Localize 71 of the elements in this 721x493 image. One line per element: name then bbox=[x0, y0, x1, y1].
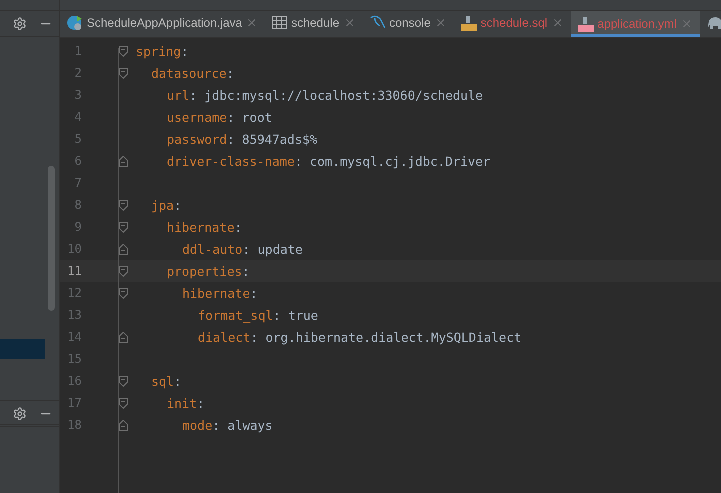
yaml-key: password: bbox=[167, 132, 235, 146]
settings-icon[interactable] bbox=[13, 16, 27, 30]
fold-icon[interactable] bbox=[119, 420, 128, 430]
line-number: 10 bbox=[66, 242, 82, 256]
line-number: 16 bbox=[66, 374, 82, 388]
yaml-value: org.hibernate.dialect.MySQLDialect bbox=[264, 330, 522, 344]
fold-icon[interactable] bbox=[119, 46, 128, 56]
yaml-key: ddl-auto: bbox=[182, 242, 250, 256]
line-number: 6 bbox=[74, 154, 82, 168]
scrollbar-thumb[interactable] bbox=[48, 166, 55, 311]
yaml-key: init: bbox=[167, 396, 205, 410]
close-icon[interactable] bbox=[246, 16, 258, 28]
elephant-icon bbox=[706, 16, 721, 30]
fold-icon[interactable] bbox=[119, 398, 128, 408]
dolphin-icon bbox=[370, 15, 386, 30]
line-number: 2 bbox=[74, 66, 82, 80]
fold-icon[interactable] bbox=[119, 68, 128, 78]
line-number: 13 bbox=[66, 308, 82, 322]
line-number: 18 bbox=[66, 418, 82, 432]
yaml-value: com.mysql.cj.jdbc.Driver bbox=[308, 154, 491, 168]
line-number: 17 bbox=[66, 396, 82, 410]
yaml-key: hibernate: bbox=[182, 286, 258, 300]
editor-tab[interactable]: ScheduleAppApplication.java bbox=[60, 11, 266, 37]
close-icon[interactable] bbox=[552, 16, 564, 28]
yaml-key: username: bbox=[167, 110, 235, 124]
sql-file-icon bbox=[460, 14, 477, 30]
yaml-key: mode: bbox=[182, 418, 220, 432]
fold-icon[interactable] bbox=[119, 332, 128, 342]
yaml-value: update bbox=[256, 242, 303, 256]
yml-file-icon bbox=[578, 16, 594, 32]
yaml-value: always bbox=[226, 418, 273, 432]
yaml-key: sql: bbox=[152, 374, 182, 388]
close-icon[interactable] bbox=[434, 16, 447, 28]
yaml-key: hibernate: bbox=[167, 220, 242, 234]
yaml-key: properties: bbox=[167, 264, 250, 278]
line-number: 9 bbox=[74, 220, 82, 234]
settings-icon[interactable] bbox=[13, 406, 27, 420]
line-number: 11 bbox=[66, 264, 82, 278]
fold-icon[interactable] bbox=[119, 376, 128, 386]
yaml-key: dialect: bbox=[198, 330, 258, 344]
line-number: 14 bbox=[66, 330, 82, 344]
yaml-key: driver-class-name: bbox=[167, 154, 302, 168]
yaml-key: format_sql: bbox=[198, 308, 281, 322]
yaml-value: root bbox=[241, 110, 272, 124]
fold-icon[interactable] bbox=[119, 222, 128, 232]
fold-icon[interactable] bbox=[119, 200, 128, 210]
yaml-key: datasource: bbox=[152, 66, 234, 80]
yaml-value: 85947ads$% bbox=[241, 132, 318, 146]
fold-icon[interactable] bbox=[119, 156, 128, 166]
line-number: 1 bbox=[74, 44, 82, 58]
line-number: 8 bbox=[74, 198, 82, 212]
yaml-key: url: bbox=[167, 88, 198, 102]
editor-tab[interactable]: console bbox=[362, 11, 454, 37]
table-icon bbox=[272, 16, 288, 29]
close-icon[interactable] bbox=[344, 16, 356, 28]
yaml-key: spring: bbox=[136, 44, 189, 58]
yaml-value: true bbox=[287, 308, 318, 322]
editor-tab[interactable]: schedule bbox=[265, 11, 362, 37]
line-number: 15 bbox=[66, 352, 82, 366]
yaml-key: jpa: bbox=[152, 198, 182, 212]
fold-icon[interactable] bbox=[119, 266, 128, 276]
class-icon bbox=[67, 14, 83, 30]
line-number: 4 bbox=[74, 110, 82, 124]
line-number: 3 bbox=[74, 88, 82, 102]
line-number: 7 bbox=[74, 176, 82, 190]
line-number: 5 bbox=[74, 132, 82, 146]
fold-icon[interactable] bbox=[119, 244, 128, 254]
yaml-value: jdbc:mysql://localhost:33060/schedule bbox=[204, 88, 484, 102]
line-number: 12 bbox=[66, 286, 82, 300]
close-icon[interactable] bbox=[680, 18, 693, 30]
fold-icon[interactable] bbox=[119, 288, 128, 298]
